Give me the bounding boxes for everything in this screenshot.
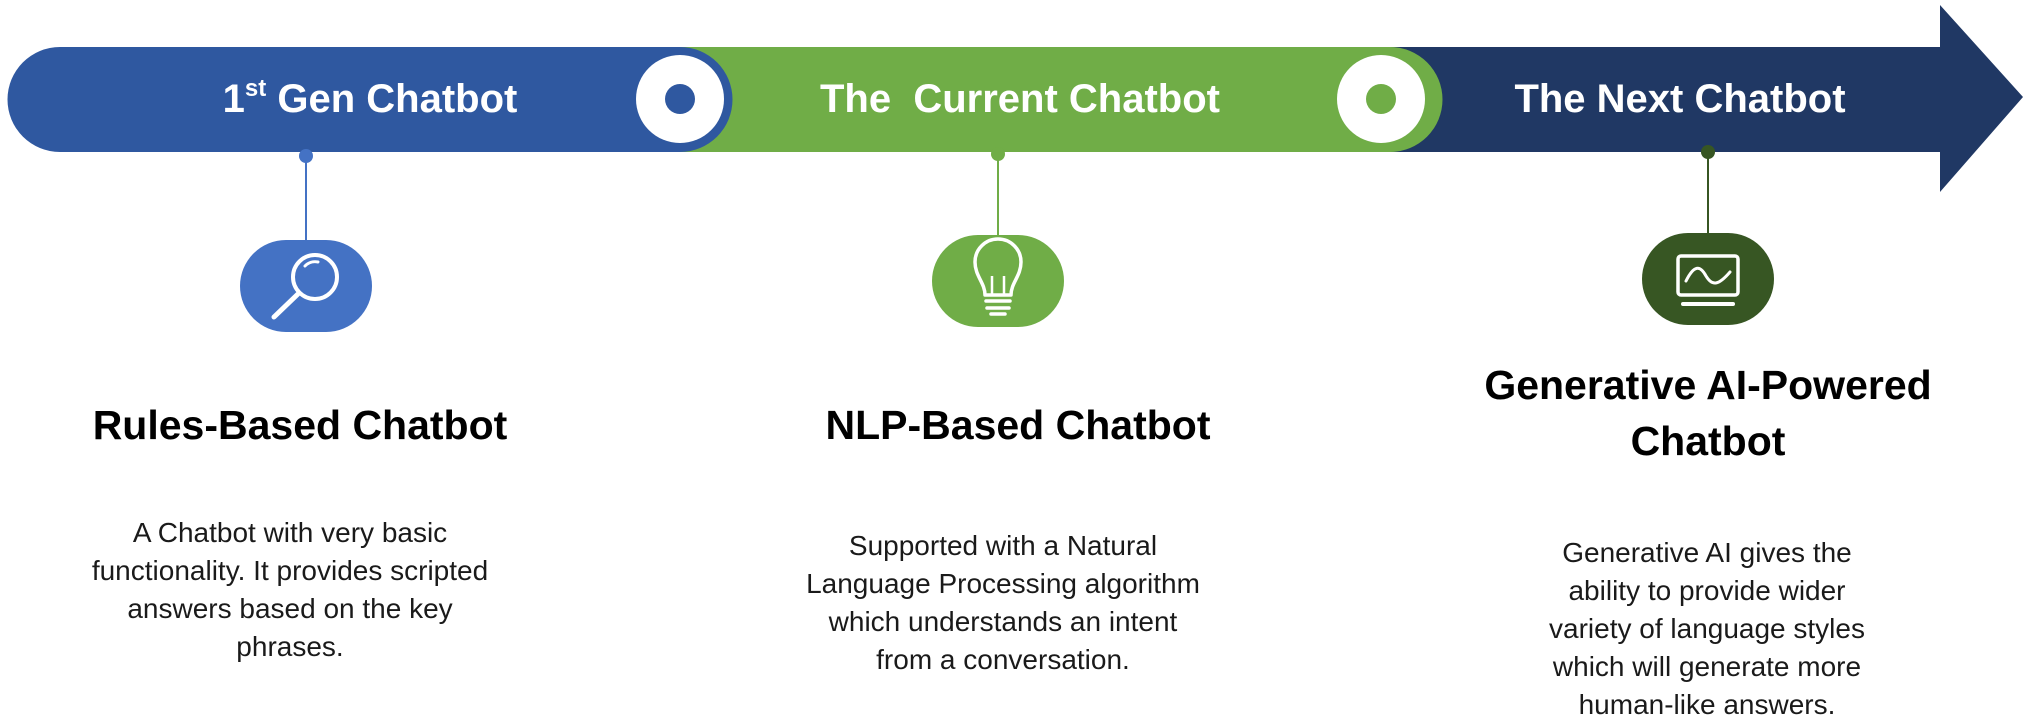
ring-marker-2 [1337, 55, 1425, 143]
stage-label-2: The Current Chatbot [820, 77, 1220, 121]
lightbulb-icon [932, 235, 1064, 327]
connector-2 [991, 147, 1005, 235]
stage-heading-2: NLP-Based Chatbot [825, 402, 1211, 448]
ring-marker-1 [636, 55, 724, 143]
stage-heading-1: Rules-Based Chatbot [92, 402, 508, 448]
stage-heading-3: Generative AI-Powered Chatbot [1484, 362, 1932, 464]
magnifier-icon [240, 240, 372, 332]
monitor-waveform-icon [1642, 233, 1774, 325]
stage-label-3: The Next Chatbot [1514, 77, 1846, 121]
stage-label-1-sup: st [244, 74, 267, 102]
connector-1 [299, 149, 313, 240]
chatbot-timeline: 1st Gen Chatbot The Current Chatbot The … [0, 0, 2023, 724]
stage-label-1-main: 1 [222, 77, 245, 121]
stage-description-1: A Chatbot with very basic functionality.… [91, 517, 489, 662]
stage-description-2: Supported with a Natural Language Proces… [806, 530, 1200, 675]
stage-label-1-rest: Gen Chatbot [266, 77, 518, 121]
connector-3 [1701, 145, 1715, 233]
stage-description-3: Generative AI gives the ability to provi… [1549, 537, 1865, 720]
stage-label-1: 1st Gen Chatbot [180, 74, 560, 124]
